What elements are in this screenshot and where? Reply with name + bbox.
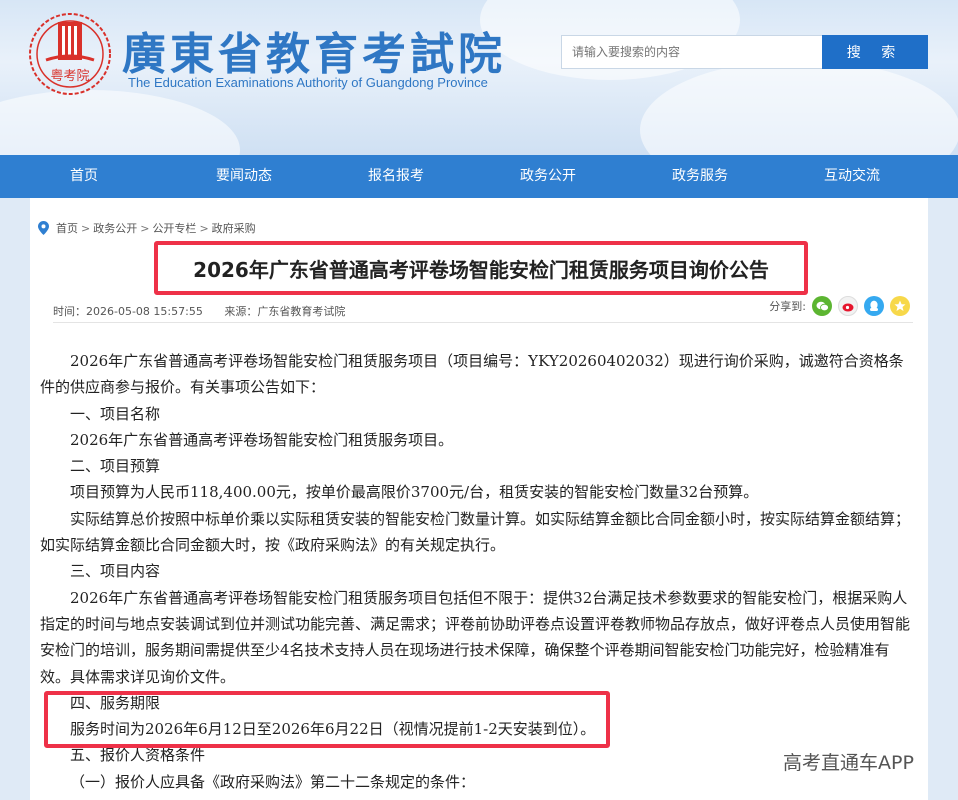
breadcrumb-procurement[interactable]: 政府采购 <box>212 220 256 236</box>
search-input[interactable] <box>561 35 823 69</box>
article-paragraph: 2026年广东省普通高考评卷场智能安检门租赁服务项目（项目编号：YKY20260… <box>40 352 904 397</box>
qq-icon[interactable] <box>864 296 884 316</box>
breadcrumb-public-column[interactable]: 公开专栏 <box>152 220 196 236</box>
service-period-highlight-box <box>44 691 610 748</box>
article-meta: 时间：2026-05-08 15:57:55 来源：广东省教育考试院 <box>53 303 345 319</box>
weibo-icon[interactable] <box>838 296 858 316</box>
site-subtitle: The Education Examinations Authority of … <box>128 75 488 90</box>
meta-divider <box>53 322 913 323</box>
logo-seal-icon[interactable]: 粤考院 <box>28 12 112 96</box>
search-button[interactable]: 搜 索 <box>822 35 928 69</box>
wechat-icon[interactable] <box>812 296 832 316</box>
breadcrumb-separator: > <box>199 221 209 235</box>
article-paragraph: 三、项目内容 <box>70 562 161 581</box>
header-cloud-decor <box>640 60 958 155</box>
site-title[interactable]: 廣東省教育考試院 <box>122 18 506 82</box>
header-cloud-decor <box>0 90 240 155</box>
breadcrumb-gov-affairs[interactable]: 政务公开 <box>93 220 137 236</box>
watermark-text: 高考直通车APP <box>783 752 914 774</box>
main-nav: 首页 要闻动态 报名报考 政务公开 政务服务 互动交流 <box>0 155 958 198</box>
nav-item-home[interactable]: 首页 <box>0 155 168 198</box>
nav-item-interaction[interactable]: 互动交流 <box>776 155 928 198</box>
share-label: 分享到: <box>769 300 806 313</box>
breadcrumb: 首页 > 政务公开 > 公开专栏 > 政府采购 <box>38 220 256 236</box>
nav-item-gov-affairs[interactable]: 政务公开 <box>472 155 624 198</box>
nav-item-news[interactable]: 要闻动态 <box>168 155 320 198</box>
article-paragraph: 2026年广东省普通高考评卷场智能安检门租赁服务项目。 <box>70 430 454 449</box>
article-paragraph: 2026年广东省普通高考评卷场智能安检门租赁服务项目包括但不限于：提供32台满足… <box>40 588 911 686</box>
article-source: 来源：广东省教育考试院 <box>224 305 346 318</box>
nav-item-registration[interactable]: 报名报考 <box>320 155 472 198</box>
qzone-star-icon[interactable] <box>890 296 910 316</box>
article-title: 2026年广东省普通高考评卷场智能安检门租赁服务项目询价公告 <box>193 257 769 282</box>
article-paragraph: 实际结算总价按照中标单价乘以实际租赁安装的智能安检门数量计算。如实际结算金额比合… <box>40 509 911 555</box>
article-container: 首页 > 政务公开 > 公开专栏 > 政府采购 2026年广东省普通高考评卷场智… <box>30 198 928 800</box>
article-paragraph: 项目预算为人民币118,400.00元，按单价最高限价3700元/台，租赁安装的… <box>70 483 759 502</box>
site-header: 粤考院 廣東省教育考試院 The Education Examinations … <box>0 0 958 155</box>
breadcrumb-separator: > <box>140 221 150 235</box>
nav-item-gov-services[interactable]: 政务服务 <box>624 155 776 198</box>
breadcrumb-home[interactable]: 首页 <box>56 220 78 236</box>
breadcrumb-separator: > <box>81 221 91 235</box>
article-paragraph: 一、项目名称 <box>70 404 161 423</box>
logo-seal-text: 粤考院 <box>50 68 89 84</box>
location-pin-icon <box>38 221 49 235</box>
share-bar: 分享到: <box>769 296 910 316</box>
article-paragraph: 二、项目预算 <box>70 457 161 476</box>
title-highlight-box: 2026年广东省普通高考评卷场智能安检门租赁服务项目询价公告 <box>154 241 808 295</box>
publish-time: 时间：2026-05-08 15:57:55 <box>53 305 203 318</box>
